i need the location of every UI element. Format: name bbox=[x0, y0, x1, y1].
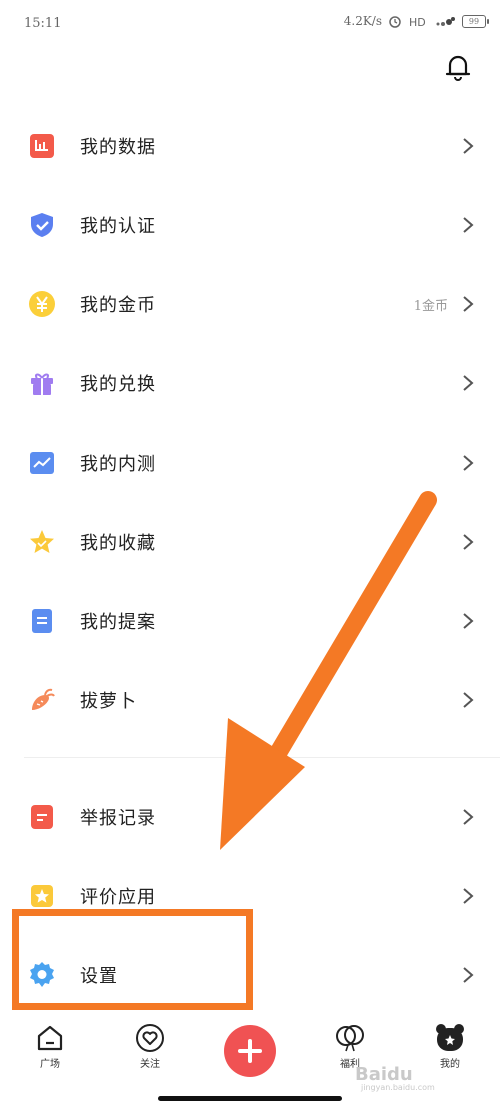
menu-item-label: 举报记录 bbox=[80, 808, 156, 829]
tab-label: 广场 bbox=[40, 1059, 60, 1070]
menu-item-my-certification[interactable]: 我的认证 bbox=[0, 195, 500, 255]
status-icons: 4.2K/s HD 99 bbox=[343, 14, 489, 28]
chevron-right-icon bbox=[463, 888, 474, 904]
data-chart-icon bbox=[30, 134, 54, 158]
balloon-icon bbox=[336, 1025, 364, 1052]
tab-label: 关注 bbox=[140, 1059, 160, 1070]
baidu-watermark: Baidu jingyan.baidu.com bbox=[355, 1064, 435, 1092]
chevron-right-icon bbox=[463, 613, 474, 629]
rate-star-icon bbox=[31, 885, 53, 907]
notification-bell-icon[interactable] bbox=[444, 52, 472, 82]
chevron-right-icon bbox=[463, 692, 474, 708]
gift-icon bbox=[31, 373, 53, 395]
menu-item-label: 评价应用 bbox=[80, 887, 156, 908]
menu-item-my-exchange[interactable]: 我的兑换 bbox=[0, 353, 500, 413]
coin-icon bbox=[29, 291, 55, 317]
menu-item-my-data[interactable]: 我的数据 bbox=[0, 116, 500, 176]
menu-item-label: 我的金币 bbox=[80, 295, 156, 316]
bear-avatar-icon bbox=[436, 1024, 464, 1051]
home-indicator bbox=[158, 1096, 342, 1101]
battery-icon: 99 bbox=[462, 14, 489, 28]
menu-item-my-proposals[interactable]: 我的提案 bbox=[0, 591, 500, 651]
chevron-right-icon bbox=[463, 809, 474, 825]
menu-item-label: 我的兑换 bbox=[80, 374, 156, 395]
chevron-right-icon bbox=[463, 138, 474, 154]
chevron-right-icon bbox=[463, 375, 474, 391]
menu-item-label: 我的内测 bbox=[80, 454, 156, 475]
chevron-right-icon bbox=[463, 296, 474, 312]
settings-highlight-box bbox=[12, 909, 253, 1010]
menu-item-report-records[interactable]: 举报记录 bbox=[0, 787, 500, 847]
status-time: 15:11 bbox=[24, 16, 62, 31]
trend-chart-icon bbox=[30, 452, 54, 474]
tab-square[interactable]: 广场 bbox=[20, 1023, 80, 1083]
chevron-right-icon bbox=[463, 217, 474, 233]
signal-icon bbox=[436, 17, 455, 26]
alarm-icon bbox=[389, 16, 401, 28]
add-button[interactable] bbox=[224, 1025, 276, 1077]
menu-item-my-coins[interactable]: 我的金币 1金币 bbox=[0, 274, 500, 334]
hd-icon: HD bbox=[409, 16, 426, 28]
watermark-text: Baidu bbox=[355, 1064, 413, 1085]
home-icon bbox=[37, 1025, 63, 1051]
tab-following[interactable]: 关注 bbox=[120, 1023, 180, 1083]
shield-check-icon bbox=[31, 213, 53, 237]
svg-text:HD: HD bbox=[409, 16, 426, 28]
star-icon bbox=[30, 530, 54, 553]
carrot-icon bbox=[32, 688, 55, 710]
menu-item-label: 我的认证 bbox=[80, 216, 156, 237]
chevron-right-icon bbox=[463, 967, 474, 983]
menu-item-label: 我的收藏 bbox=[80, 533, 156, 554]
menu-item-label: 拔萝卜 bbox=[80, 691, 137, 712]
menu-item-my-favorites[interactable]: 我的收藏 bbox=[0, 512, 500, 572]
heart-icon bbox=[136, 1024, 164, 1052]
document-icon bbox=[32, 609, 52, 633]
menu-item-my-beta[interactable]: 我的内测 bbox=[0, 433, 500, 493]
status-bar: 15:11 4.2K/s HD 99 bbox=[0, 0, 500, 44]
network-speed: 4.2K/s bbox=[343, 14, 382, 28]
menu-item-pull-carrot[interactable]: 拔萝卜 bbox=[0, 670, 500, 730]
watermark-url: jingyan.baidu.com bbox=[361, 1083, 435, 1092]
section-divider bbox=[24, 757, 500, 758]
report-icon bbox=[31, 805, 53, 829]
chevron-right-icon bbox=[463, 534, 474, 550]
coin-count: 1金币 bbox=[413, 299, 448, 314]
chevron-right-icon bbox=[463, 455, 474, 471]
menu-item-label: 我的数据 bbox=[80, 137, 156, 158]
menu-item-label: 我的提案 bbox=[80, 612, 156, 633]
